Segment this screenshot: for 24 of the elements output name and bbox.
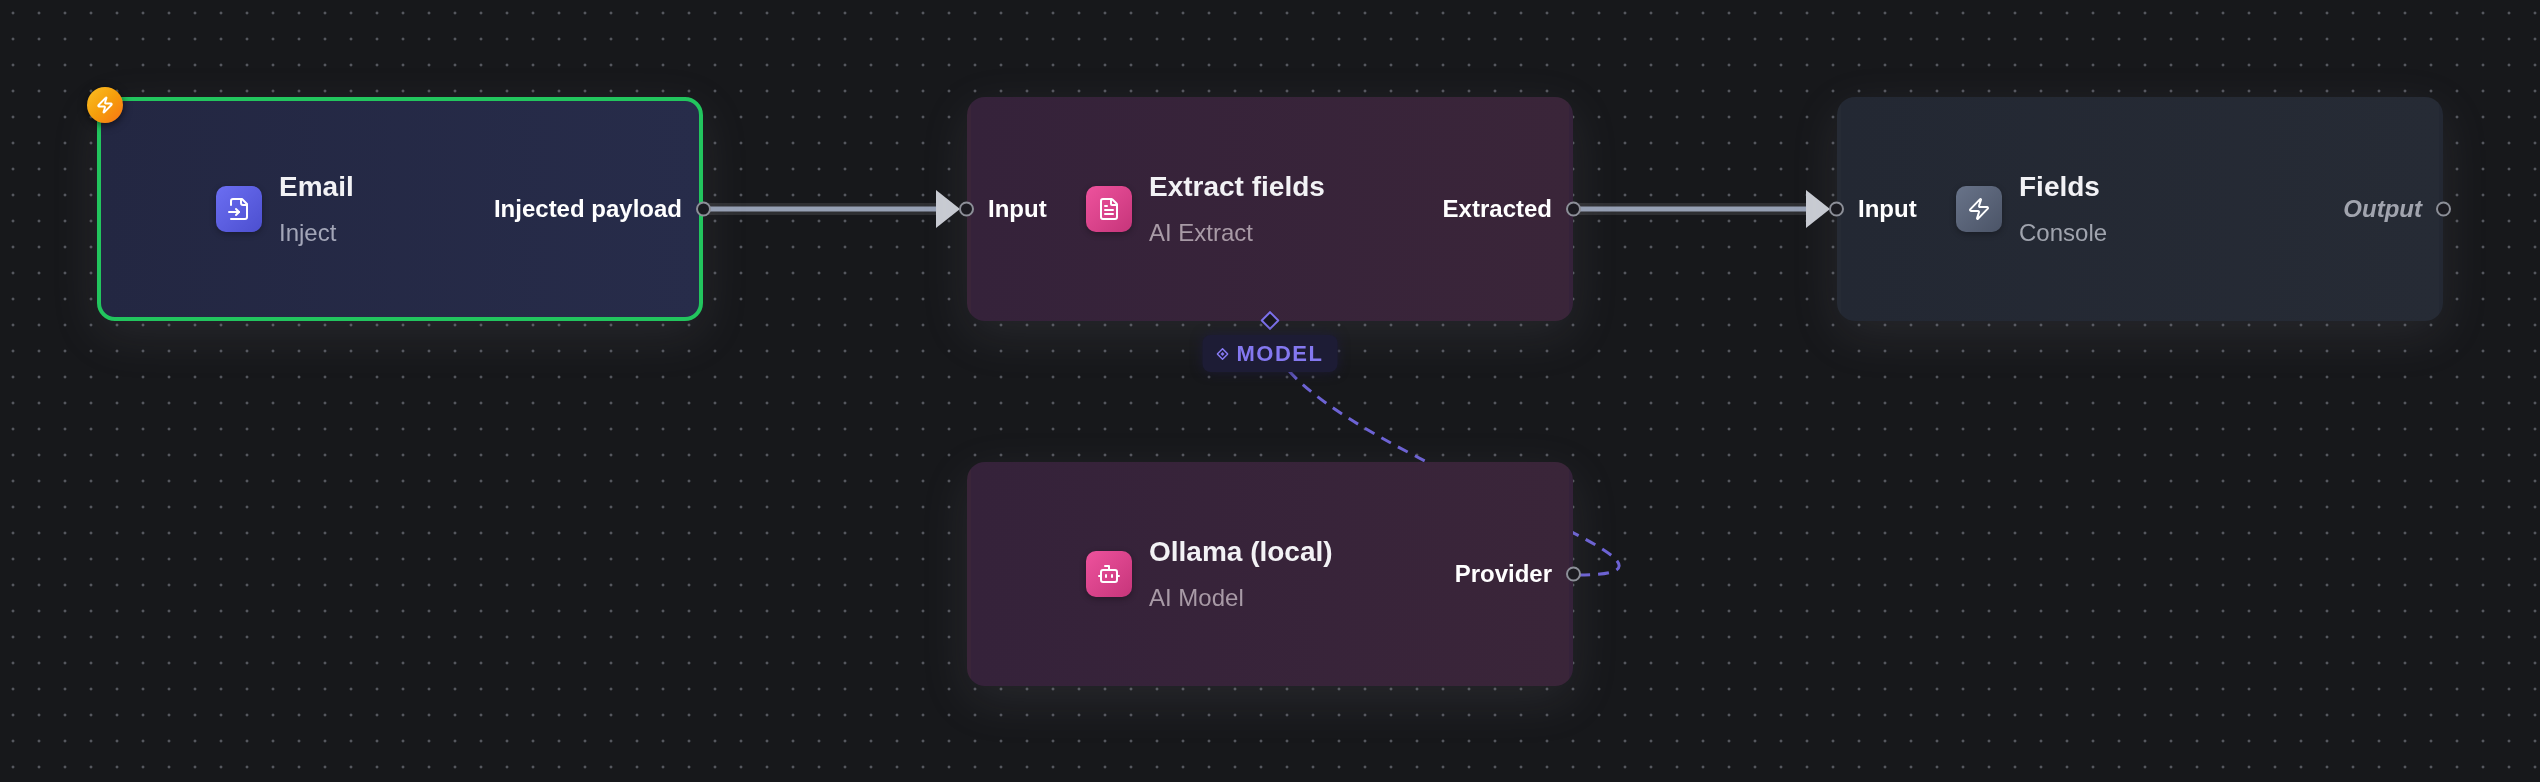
node-subtitle: AI Model [1149,583,1245,613]
document-icon [1086,186,1132,232]
lightning-icon [1956,186,2002,232]
node-card[interactable]: Input Extract fields AI Extract Extracted [967,97,1573,321]
node-card[interactable]: Input Fields Console Output [1837,97,2443,321]
node-card[interactable]: Email Inject Injected payload [97,97,703,321]
port-label: Output [2343,194,2422,224]
model-handle[interactable] [1260,311,1280,330]
node-subtitle: AI Extract [1149,218,1255,248]
node-card[interactable]: Ollama (local) AI Model Provider [967,462,1573,686]
node-title: Ollama (local) [1149,535,1333,569]
robot-icon [1086,551,1132,597]
port-label: Input [1858,194,1917,224]
port-label: Extracted [1442,194,1552,224]
port-label: Input [988,194,1047,224]
port-label: Injected payload [493,194,682,224]
node-subtitle: Console [2019,218,2108,248]
node-title: Fields [2019,170,2101,204]
node-subtitle: Inject [279,218,338,248]
diamond-icon [1216,347,1229,360]
port-label: Provider [1454,559,1552,589]
node-title: Extract fields [1149,170,1325,204]
node-title: Email [279,170,354,204]
model-slot-label: MODEL [1236,340,1324,368]
